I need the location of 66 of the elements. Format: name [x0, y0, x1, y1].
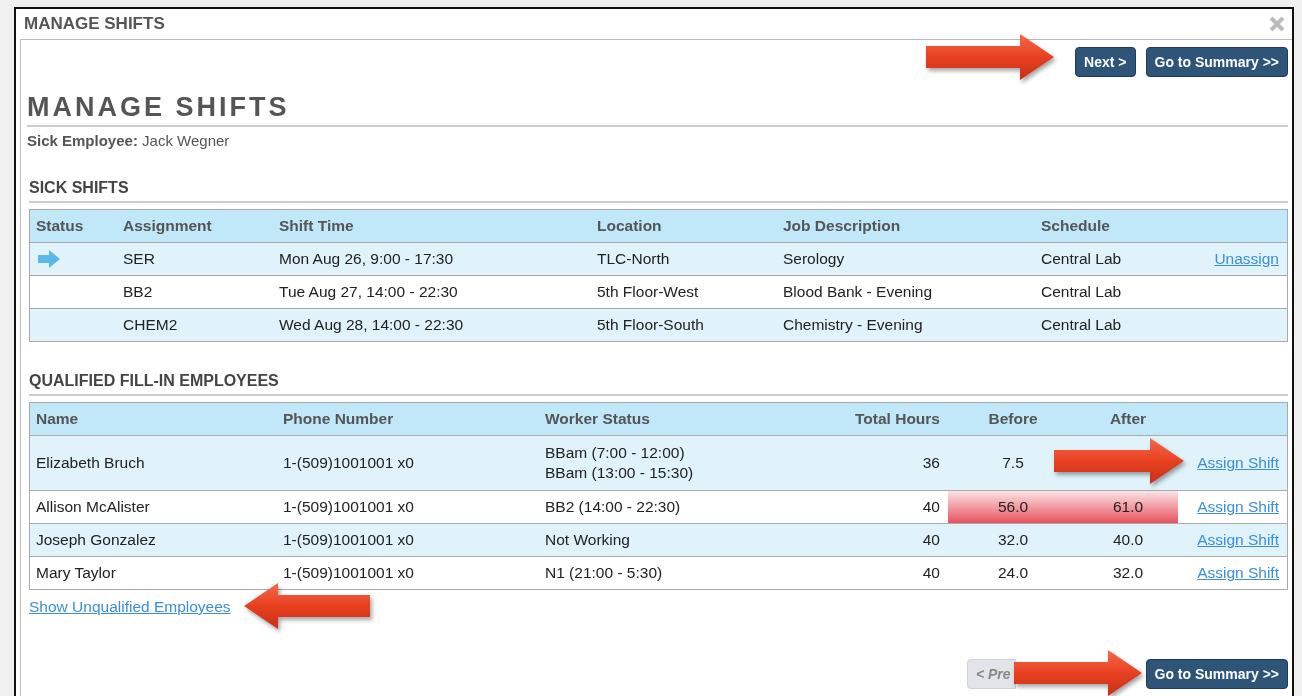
table-cell-text: Not Working — [545, 531, 631, 549]
nav-button[interactable]: Go to Summary >> — [1145, 659, 1288, 689]
table-cell-text: Wed Aug 28, 14:00 - 22:30 — [278, 316, 465, 334]
table-cell: 32.0 — [1112, 564, 1144, 581]
nav-button[interactable]: Next > — [1075, 47, 1136, 77]
column-header: Job Description — [782, 217, 902, 235]
table-cell-text: Allison McAlister — [35, 498, 151, 516]
table-cell-text: Blood Bank - Evening — [782, 283, 934, 301]
table-cell: 40.0 — [1112, 531, 1144, 548]
nav-button[interactable]: Go to Summary >> — [1145, 47, 1288, 77]
table-cell-text: Elizabeth Bruch — [35, 454, 146, 472]
table-cell-text: 1-(509)1001001 x0 — [282, 454, 415, 472]
table-cell-text: N1 (21:00 - 5:30) — [545, 564, 664, 582]
table-cell-text: 7.5 — [1001, 454, 1025, 472]
table-cell-text: 5th Floor-West — [596, 283, 700, 301]
column-header: Location — [596, 217, 663, 235]
table-cell-text: Central Lab — [1040, 316, 1123, 334]
table-cell-text: TLC-North — [596, 250, 671, 268]
table-cell-text: BBam (13:00 - 15:30) — [545, 464, 695, 482]
table-cell-text: 1-(509)1001001 x0 — [282, 564, 415, 582]
show-unqualified-link[interactable]: Show Unqualified Employees — [29, 598, 231, 616]
table-cell-text: BB2 (14:00 - 22:30) — [545, 498, 682, 516]
table-cell-text: BBam (7:00 - 12:00) — [545, 444, 686, 462]
window-title: MANAGE SHIFTS — [24, 14, 165, 34]
sick-employee-text: Sick Employee: Jack Wegner — [27, 132, 231, 149]
table-cell-text: Mon Aug 26, 9:00 - 17:30 — [278, 250, 455, 268]
table-cell-text: 36 — [921, 454, 941, 472]
table-cell-text: CHEM2 — [122, 316, 179, 334]
table-cell-text: BB2 — [122, 283, 154, 301]
table-cell: 61.0 — [1078, 491, 1178, 523]
table-cell-text: Central Lab — [1040, 283, 1123, 301]
column-header: After — [1108, 410, 1148, 428]
table-cell-text: 32.0 — [996, 531, 1030, 549]
table-cell-text: 40 — [921, 564, 941, 582]
assign-shift-link[interactable]: Assign Shift — [1197, 564, 1279, 581]
table-cell: 56.0 — [948, 491, 1078, 523]
column-header: Phone Number — [282, 410, 395, 428]
table-cell-text: 40 — [921, 531, 941, 549]
page-heading: MANAGE SHIFTS — [27, 92, 1288, 127]
table-cell-text: Central Lab — [1040, 250, 1123, 268]
column-header: Assignment — [122, 217, 213, 235]
table-cell-text: 5th Floor-South — [596, 316, 705, 334]
table-cell-text: Joseph Gonzalez — [35, 531, 157, 549]
table-cell-text: Serology — [782, 250, 846, 268]
assign-shift-link[interactable]: Assign Shift — [1197, 454, 1279, 471]
table-cell-text: SER — [122, 250, 156, 268]
table-cell-text: 1-(509)1001001 x0 — [282, 498, 415, 516]
unassign-link[interactable]: Unassign — [1214, 250, 1279, 267]
section-heading: SICK SHIFTS — [29, 179, 1288, 203]
table-cell-text: 24.0 — [996, 564, 1030, 582]
column-header: Worker Status — [544, 410, 651, 428]
table-cell-text: 1-(509)1001001 x0 — [282, 531, 415, 549]
column-header: Shift Time — [278, 217, 355, 235]
table-cell-text: Mary Taylor — [35, 564, 117, 582]
column-header: Before — [987, 410, 1039, 428]
table-cell-text: Tue Aug 27, 14:00 - 22:30 — [278, 283, 459, 301]
table-cell-text: 40 — [921, 498, 941, 516]
column-header: Total Hours — [854, 410, 941, 428]
column-header: Schedule — [1040, 217, 1111, 235]
assign-shift-link[interactable]: Assign Shift — [1197, 531, 1279, 548]
close-icon[interactable] — [1268, 15, 1286, 33]
assign-shift-link[interactable]: Assign Shift — [1197, 498, 1279, 515]
section-heading: QUALIFIED FILL-IN EMPLOYEES — [29, 372, 1288, 396]
table-cell-text: Chemistry - Evening — [782, 316, 924, 334]
column-header: Name — [35, 410, 80, 428]
column-header: Status — [35, 217, 85, 235]
